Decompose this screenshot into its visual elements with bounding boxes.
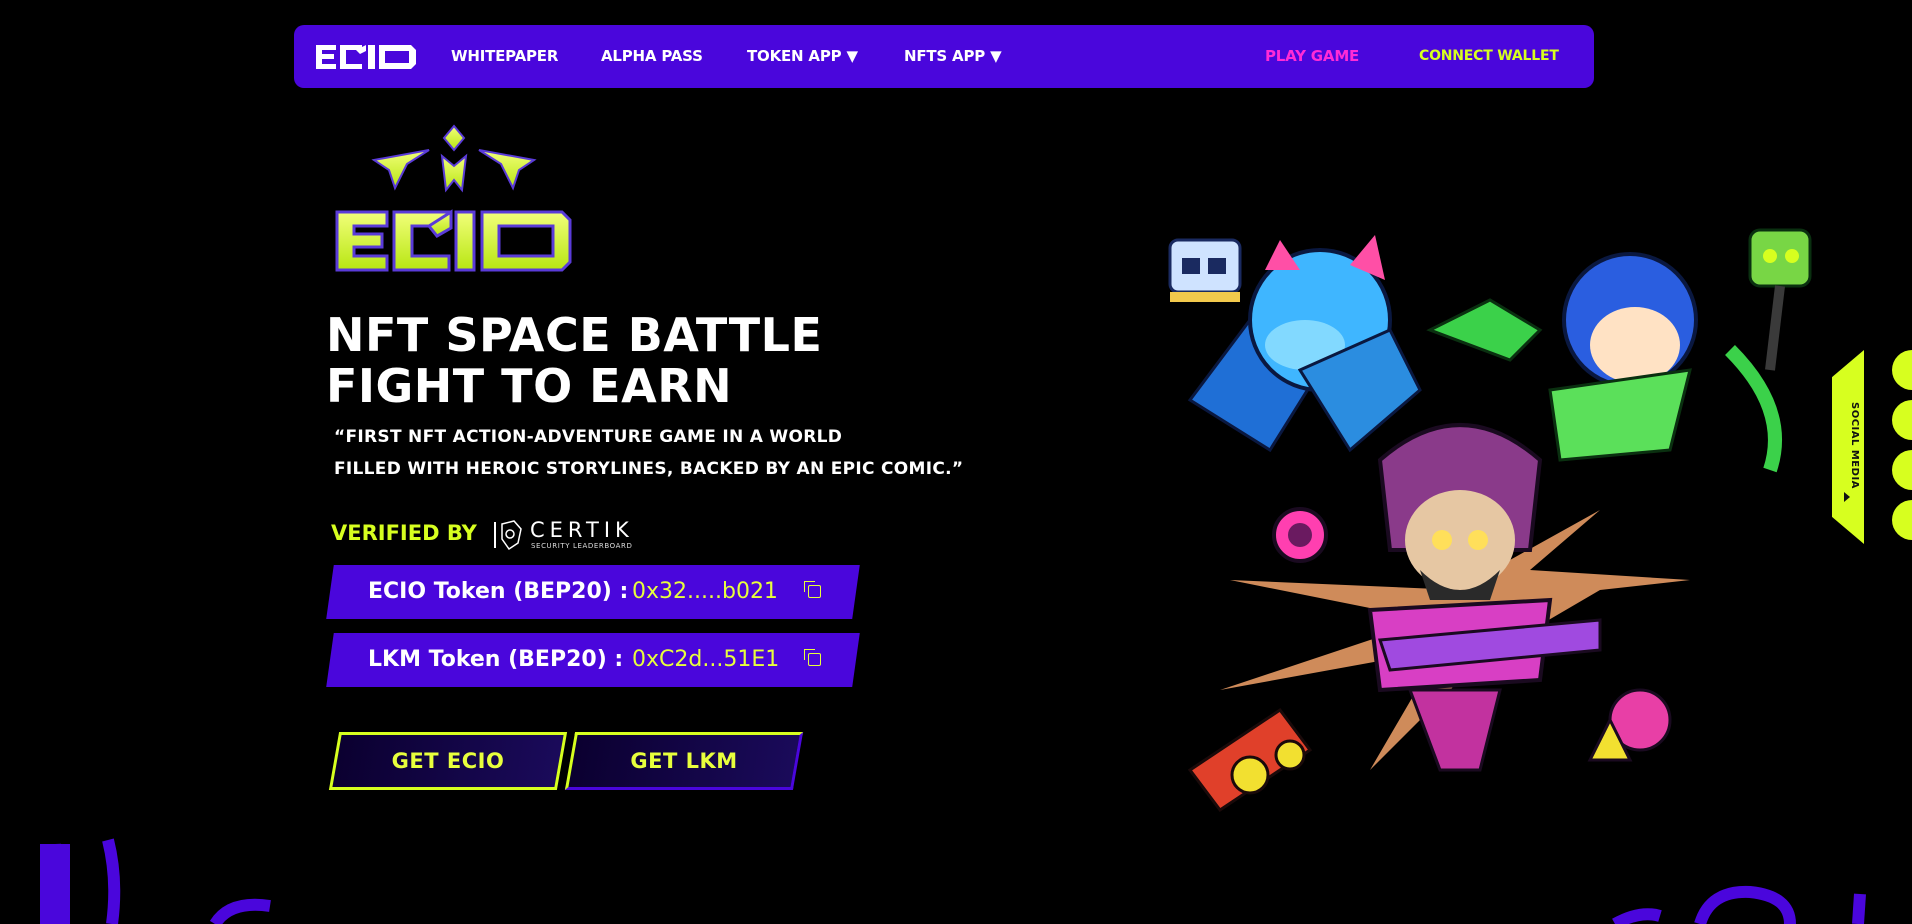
certik-logo-icon <box>494 520 522 551</box>
top-navbar: WHITEPAPER ALPHA PASS TOKEN APP ▼ NFTS A… <box>294 25 1594 88</box>
hero-quote: “FIRST NFT ACTION-ADVENTURE GAME IN A WO… <box>334 421 963 485</box>
social-icons-peek <box>1892 350 1912 540</box>
bottom-section-decor <box>40 838 1866 924</box>
copy-icon[interactable] <box>808 653 821 666</box>
chevron-right-icon <box>1844 492 1850 502</box>
quote-line-1: “FIRST NFT ACTION-ADVENTURE GAME IN A WO… <box>334 427 843 447</box>
verified-by-label: VERIFIED BY <box>331 521 477 545</box>
get-ecio-button[interactable]: GET ECIO <box>328 732 568 790</box>
social-media-label: SOCIAL MEDIA <box>1849 401 1860 489</box>
hero-headline: NFT SPACE BATTLE FIGHT TO EARN <box>326 310 822 412</box>
ecio-nav-logo[interactable] <box>316 43 416 71</box>
ecio-token-address: 0x32.....b021 <box>632 579 778 604</box>
quote-line-2: FILLED WITH HEROIC STORYLINES, BACKED BY… <box>334 459 964 479</box>
ecio-token-address-row[interactable]: ECIO Token (BEP20) : 0x32.....b021 <box>326 565 860 619</box>
headline-line-1: NFT SPACE BATTLE <box>326 308 823 362</box>
get-lkm-label: GET LKM <box>630 749 738 773</box>
get-lkm-button[interactable]: GET LKM <box>564 732 804 790</box>
certik-badge[interactable]: CERTIK SECURITY LEADERBOARD <box>492 518 642 552</box>
lkm-token-label: LKM Token (BEP20) : <box>368 647 624 672</box>
ecio-hero-logo <box>335 124 572 272</box>
robot-drone-icon <box>1168 238 1242 302</box>
nav-nfts-app-dropdown[interactable]: NFTS APP ▼ <box>904 25 1002 88</box>
lkm-token-address-row[interactable]: LKM Token (BEP20) : 0xC2d...51E1 <box>326 633 860 687</box>
lkm-token-address: 0xC2d...51E1 <box>632 647 780 672</box>
certik-name: CERTIK <box>530 518 634 542</box>
nav-whitepaper[interactable]: WHITEPAPER <box>451 25 558 88</box>
ecio-token-label: ECIO Token (BEP20) : <box>368 579 629 604</box>
certik-subtitle: SECURITY LEADERBOARD <box>531 542 633 550</box>
nav-alpha-pass[interactable]: ALPHA PASS <box>601 25 703 88</box>
get-ecio-label: GET ECIO <box>391 749 505 773</box>
nav-token-app-dropdown[interactable]: TOKEN APP ▼ <box>747 25 858 88</box>
connect-wallet-button[interactable]: CONNECT WALLET <box>1419 25 1559 88</box>
headline-line-2: FIGHT TO EARN <box>326 359 733 413</box>
hero-characters-illustration <box>1168 228 1812 813</box>
copy-icon[interactable] <box>808 585 821 598</box>
play-game-link[interactable]: PLAY GAME <box>1265 25 1359 88</box>
